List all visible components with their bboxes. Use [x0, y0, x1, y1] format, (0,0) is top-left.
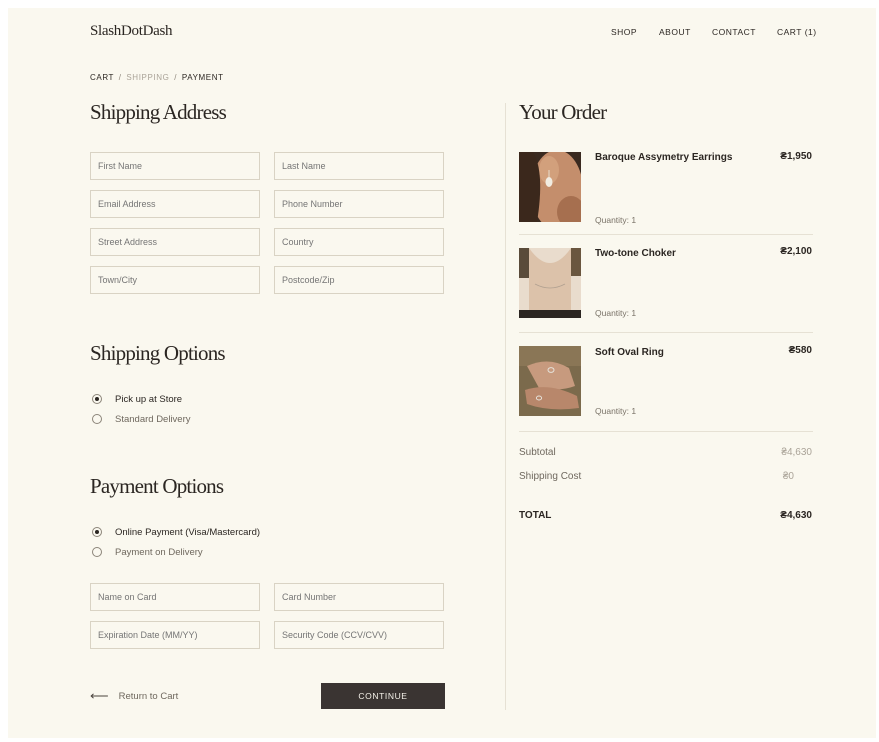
- arrow-left-icon: ⟵: [90, 688, 109, 703]
- shipping-option-pickup[interactable]: Pick up at Store: [92, 392, 182, 406]
- continue-button[interactable]: CONTINUE: [321, 683, 445, 709]
- payment-option-label: Online Payment (Visa/Mastercard): [115, 526, 261, 538]
- divider: [519, 234, 813, 235]
- subtotal-value: ₴4,630: [781, 447, 812, 458]
- shipping-options-title: Shipping Options: [90, 341, 226, 365]
- item-quantity: Quantity: 1: [595, 215, 637, 225]
- shipping-address-title: Shipping Address: [90, 100, 227, 124]
- divider: [519, 332, 813, 333]
- radio-selected-icon[interactable]: [92, 394, 102, 404]
- total-label: TOTAL: [519, 510, 552, 521]
- nav-cart[interactable]: CART (1): [777, 27, 817, 37]
- payment-option-online[interactable]: Online Payment (Visa/Mastercard): [92, 525, 260, 539]
- breadcrumb-separator: /: [174, 73, 178, 82]
- payment-option-label: Payment on Delivery: [115, 546, 203, 558]
- column-divider: [505, 103, 506, 710]
- item-name[interactable]: Two-tone Choker: [595, 248, 676, 259]
- item-price: ₴580: [788, 345, 812, 356]
- email-field[interactable]: [90, 190, 260, 218]
- page: SlashDotDash SHOP ABOUT CONTACT CART (1)…: [8, 8, 876, 738]
- breadcrumb: CART / SHIPPING / PAYMENT: [90, 73, 224, 82]
- breadcrumb-cart[interactable]: CART: [90, 73, 114, 82]
- card-number-field[interactable]: [274, 583, 444, 611]
- radio-unselected-icon[interactable]: [92, 547, 102, 557]
- phone-field[interactable]: [274, 190, 444, 218]
- item-name[interactable]: Baroque Assymetry Earrings: [595, 152, 732, 163]
- payment-option-delivery[interactable]: Payment on Delivery: [92, 545, 203, 559]
- first-name-field[interactable]: [90, 152, 260, 180]
- radio-selected-icon[interactable]: [92, 527, 102, 537]
- nav-about[interactable]: ABOUT: [659, 27, 691, 37]
- item-price: ₴2,100: [780, 246, 812, 257]
- return-to-cart-link[interactable]: ⟵ Return to Cart: [90, 688, 178, 704]
- country-field[interactable]: [274, 228, 444, 256]
- nav-contact[interactable]: CONTACT: [712, 27, 756, 37]
- street-field[interactable]: [90, 228, 260, 256]
- item-price: ₴1,950: [780, 151, 812, 162]
- payment-options-title: Payment Options: [90, 474, 224, 498]
- breadcrumb-separator: /: [118, 73, 122, 82]
- item-name[interactable]: Soft Oval Ring: [595, 347, 664, 358]
- shipping-option-label: Standard Delivery: [115, 413, 191, 425]
- postcode-field[interactable]: [274, 266, 444, 294]
- return-to-cart-label: Return to Cart: [118, 690, 179, 702]
- breadcrumb-shipping[interactable]: SHIPPING: [126, 73, 169, 82]
- radio-unselected-icon[interactable]: [92, 414, 102, 424]
- shipping-option-label: Pick up at Store: [115, 393, 183, 405]
- earrings-product-image[interactable]: [519, 152, 581, 222]
- nav-shop[interactable]: SHOP: [611, 27, 637, 37]
- shipping-option-standard[interactable]: Standard Delivery: [92, 412, 191, 426]
- subtotal-label: Subtotal: [519, 447, 556, 458]
- order-title: Your Order: [519, 100, 607, 124]
- shipping-cost-label: Shipping Cost: [519, 471, 582, 482]
- choker-product-image[interactable]: [519, 248, 581, 318]
- total-value: ₴4,630: [780, 510, 812, 521]
- shipping-cost-value: ₴0: [782, 471, 794, 482]
- item-quantity: Quantity: 1: [595, 308, 637, 318]
- item-quantity: Quantity: 1: [595, 406, 637, 416]
- security-code-field[interactable]: [274, 621, 444, 649]
- ring-product-image[interactable]: [519, 346, 581, 416]
- last-name-field[interactable]: [274, 152, 444, 180]
- expiration-field[interactable]: [90, 621, 260, 649]
- brand-logo[interactable]: SlashDotDash: [90, 23, 173, 40]
- divider: [519, 431, 813, 432]
- breadcrumb-payment[interactable]: PAYMENT: [182, 73, 224, 82]
- name-on-card-field[interactable]: [90, 583, 260, 611]
- town-field[interactable]: [90, 266, 260, 294]
